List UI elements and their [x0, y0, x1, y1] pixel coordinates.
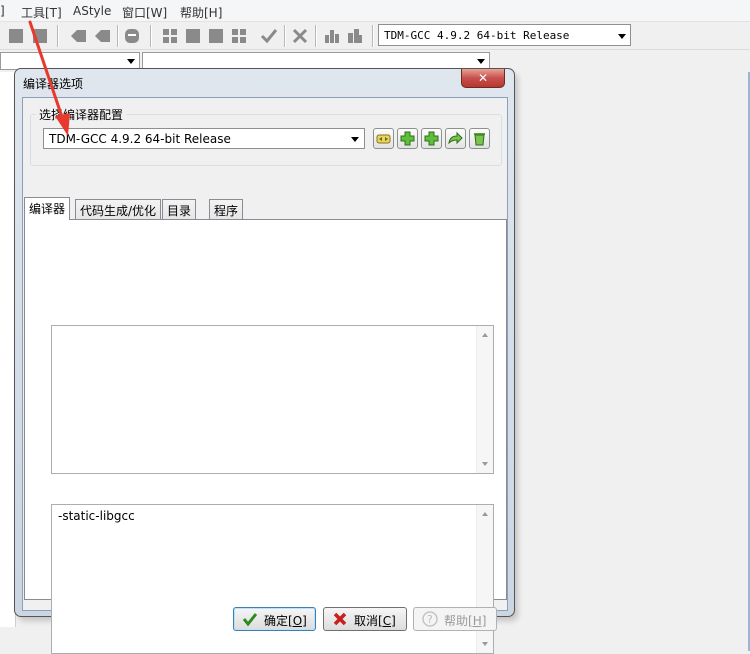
- toolbar-indent-right-icon[interactable]: [92, 26, 112, 46]
- svg-text:?: ?: [427, 613, 433, 626]
- toolbar-square-icon[interactable]: [30, 26, 50, 46]
- tab-programs[interactable]: 程序: [209, 199, 244, 219]
- help-button[interactable]: ? 帮助[H]: [413, 607, 497, 631]
- close-button[interactable]: ✕: [461, 69, 505, 88]
- compiler-options-dialog: 编译器选项 ✕ 选择编译器配置 TDM-GCC 4.9.2 64-bit Rel…: [14, 68, 515, 654]
- scrollbar[interactable]: [476, 326, 493, 473]
- toolbar-check-icon[interactable]: [259, 26, 279, 46]
- linker-commands-text: -static-libgcc: [58, 509, 135, 523]
- compile-commands-textarea[interactable]: [51, 325, 494, 474]
- add-config-button[interactable]: [397, 128, 418, 149]
- ok-button[interactable]: 确定[O]: [233, 607, 316, 631]
- toolbar-square-icon[interactable]: [206, 26, 226, 46]
- compiler-config-group-label: 选择编译器配置: [36, 106, 127, 123]
- toolbar-chart-icon[interactable]: [345, 26, 365, 46]
- check-icon: [242, 613, 258, 627]
- rename-config-button[interactable]: [373, 128, 394, 149]
- chevron-down-icon: [351, 137, 359, 142]
- toolbar-separator: [117, 25, 119, 47]
- toolbar-indent-left-icon[interactable]: [68, 26, 88, 46]
- scroll-down-icon[interactable]: [482, 642, 488, 646]
- chevron-down-icon: [477, 59, 485, 64]
- menu-item-window[interactable]: 窗口[W]: [122, 4, 167, 21]
- menu-bar: ] 工具[T] AStyle 窗口[W] 帮助[H]: [0, 0, 750, 22]
- close-icon: ✕: [477, 71, 489, 85]
- compiler-select-value: TDM-GCC 4.9.2 64-bit Release: [384, 29, 570, 42]
- toolbar-separator: [315, 25, 317, 47]
- ok-button-label: 确定: [264, 614, 289, 628]
- export-config-button[interactable]: [445, 128, 466, 149]
- dialog-client: 选择编译器配置 TDM-GCC 4.9.2 64-bit Release 编译器…: [22, 97, 508, 654]
- tab-compiler[interactable]: 编译器: [24, 197, 71, 220]
- rename-config-icon: [376, 134, 391, 144]
- tab-programs-label: 程序: [214, 204, 239, 218]
- compiler-config-select[interactable]: TDM-GCC 4.9.2 64-bit Release: [43, 128, 365, 149]
- scroll-up-icon[interactable]: [482, 333, 488, 337]
- toolbar-bookmark-icon[interactable]: [122, 26, 142, 46]
- chevron-down-icon: [127, 59, 135, 64]
- compiler-tab-panel: -static-libgcc: [24, 219, 507, 654]
- tab-compiler-label: 编译器: [29, 202, 66, 216]
- delete-config-button[interactable]: [469, 128, 490, 149]
- toolbar-close-icon[interactable]: [290, 26, 310, 46]
- cancel-button[interactable]: 取消[C]: [323, 607, 407, 631]
- compiler-config-value: TDM-GCC 4.9.2 64-bit Release: [49, 132, 231, 146]
- cancel-button-label: 取消: [354, 614, 379, 628]
- export-config-icon: [448, 131, 463, 145]
- toolbar-grid-icon[interactable]: [229, 26, 249, 46]
- add-config-icon: [400, 131, 415, 146]
- toolbar-square-icon[interactable]: [6, 26, 26, 46]
- menu-item-help[interactable]: 帮助[H]: [180, 4, 222, 21]
- menu-item-tools[interactable]: 工具[T]: [21, 4, 62, 21]
- scroll-up-icon[interactable]: [482, 512, 488, 516]
- dialog-title: 编译器选项: [23, 77, 84, 91]
- linker-commands-textarea[interactable]: -static-libgcc: [51, 504, 494, 654]
- tab-code-generation[interactable]: 代码生成/优化: [75, 199, 162, 219]
- cancel-button-key: [C]: [378, 614, 396, 628]
- compiler-select[interactable]: TDM-GCC 4.9.2 64-bit Release: [378, 24, 631, 46]
- tab-directories[interactable]: 目录: [162, 199, 197, 219]
- chevron-down-icon: [618, 34, 626, 39]
- help-button-key: [H]: [468, 614, 487, 628]
- tab-directories-label: 目录: [167, 204, 192, 218]
- menu-item-partial[interactable]: ]: [0, 4, 5, 18]
- add-config-copy-button[interactable]: [421, 128, 442, 149]
- toolbar-separator: [284, 25, 286, 47]
- tab-code-generation-label: 代码生成/优化: [80, 204, 157, 218]
- delete-config-icon: [474, 133, 485, 146]
- add-config-copy-icon: [424, 131, 439, 146]
- toolbar-separator: [372, 25, 374, 47]
- toolbar-square-icon[interactable]: [183, 26, 203, 46]
- toolbar-separator: [57, 25, 59, 47]
- ok-button-key: [O]: [288, 614, 307, 628]
- toolbar-chart-icon[interactable]: [322, 26, 342, 46]
- toolbar-grid-icon[interactable]: [160, 26, 180, 46]
- help-button-label: 帮助: [444, 614, 469, 628]
- scroll-down-icon[interactable]: [482, 462, 488, 466]
- toolbar: TDM-GCC 4.9.2 64-bit Release: [0, 22, 750, 50]
- menu-item-astyle[interactable]: AStyle: [73, 4, 111, 18]
- cross-icon: [333, 612, 347, 626]
- help-icon: ?: [422, 611, 438, 627]
- toolbar-separator: [150, 25, 152, 47]
